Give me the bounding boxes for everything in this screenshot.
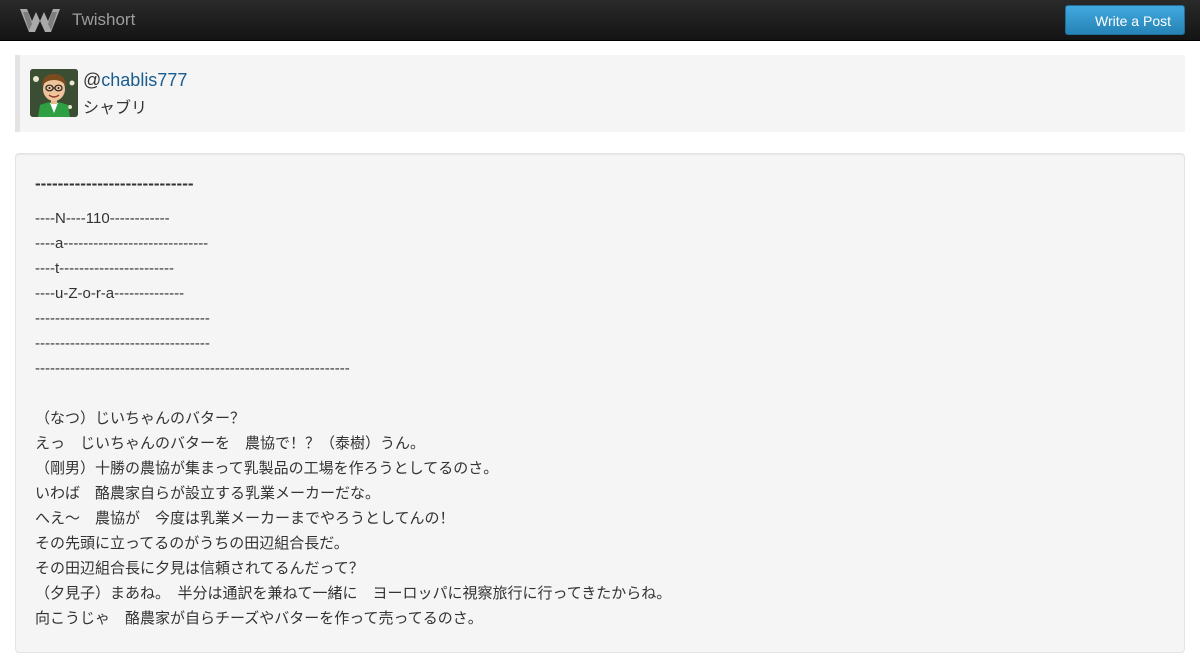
post-line: ----u-Z-o-r-a-------------- — [35, 285, 185, 302]
user-avatar[interactable] — [30, 69, 78, 117]
post-line: へえ～ 農協が 今度は乳業メーカーまでやろうとしてんの！ — [35, 509, 455, 527]
post-title: ---------------------------- — [35, 174, 194, 193]
twishort-logo-icon — [20, 9, 60, 32]
post-line: ----N----110------------ — [35, 210, 170, 227]
top-navbar: Twishort Write a Post — [0, 0, 1200, 41]
post-line: ----------------------------------- — [35, 310, 210, 327]
user-handle: @chablis777 — [83, 69, 187, 91]
brand-name: Twishort — [72, 10, 136, 29]
post-line: その先頭に立ってるのがうちの田辺組合長だ。 — [35, 534, 349, 552]
user-display-name: シャブリ — [83, 98, 148, 117]
write-post-button[interactable]: Write a Post — [1065, 5, 1185, 35]
post-blank-line — [35, 381, 671, 406]
post-body: ----N----110------------ ----a----------… — [35, 206, 671, 631]
post-content: ---------------------------- ----N----11… — [15, 153, 1185, 653]
post-line: いわば 酪農家自らが設立する乳業メーカーだな。 — [35, 484, 381, 502]
at-sign: @ — [83, 70, 102, 90]
profile-card: @chablis777 シャブリ — [15, 55, 1185, 132]
post-line: （剛男）十勝の農協が集まって乳製品の工場を作ろうとしてるのさ。 — [35, 459, 499, 477]
post-line: ----a----------------------------- — [35, 235, 209, 252]
brand-link[interactable]: Twishort — [18, 5, 135, 35]
post-line: （夕見子）まあね。 半分は通訳を兼ねて一緒に ヨーロッパに視察旅行に行ってきたか… — [35, 584, 672, 602]
post-line: ----t----------------------- — [35, 260, 175, 277]
post-line: その田辺組合長に夕見は信頼されてるんだって？ — [35, 559, 364, 577]
post-line: （なつ）じいちゃんのバター？ — [35, 409, 246, 427]
post-line: えっ じいちゃんのバターを 農協で！？（泰樹）うん。 — [35, 434, 426, 452]
post-line: ----------------------------------------… — [35, 360, 350, 377]
post-line: ----------------------------------- — [35, 335, 210, 352]
user-handle-link[interactable]: chablis777 — [101, 70, 187, 90]
post-line: 向こうじゃ 酪農家が自らチーズやバターを作って売ってるのさ。 — [35, 609, 483, 627]
